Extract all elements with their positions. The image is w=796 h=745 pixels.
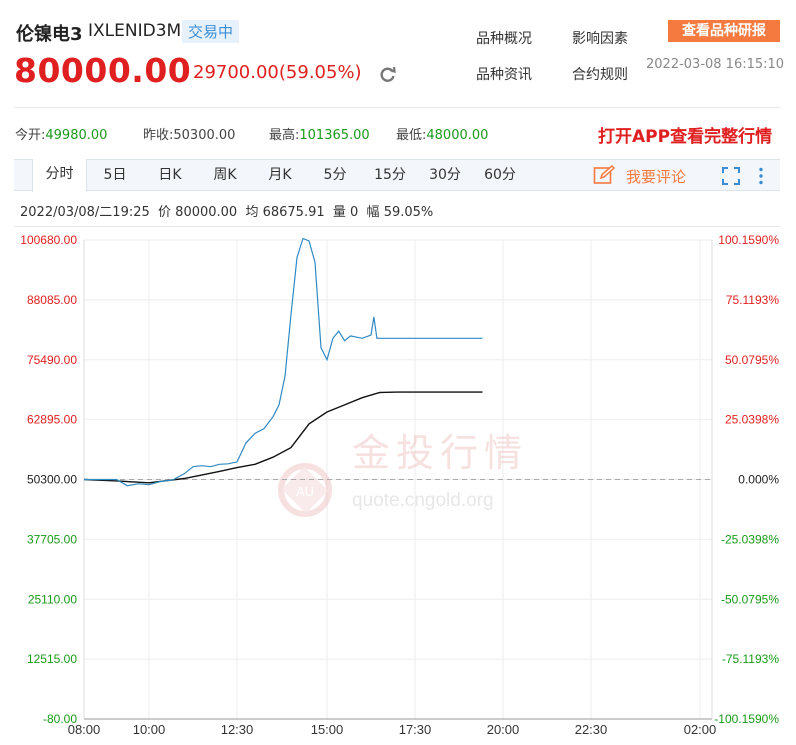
y-axis-left-label: 62895.00 — [27, 413, 77, 427]
tab-15min[interactable]: 15分 — [368, 160, 412, 190]
link-news[interactable]: 品种资讯 — [476, 64, 532, 84]
link-factors[interactable]: 影响因素 — [572, 28, 628, 48]
fullscreen-icon[interactable] — [721, 166, 741, 186]
y-axis-left-label: 25110.00 — [28, 592, 77, 606]
y-axis-left-label: 100680.00 — [20, 233, 77, 247]
stat-prev-label: 昨收: — [143, 128, 174, 143]
stat-high-label: 最高: — [269, 128, 300, 143]
edit-comment-icon[interactable] — [593, 165, 615, 185]
stat-low-label: 最低: — [396, 128, 427, 143]
x-axis-tick-label: 12:30 — [221, 722, 254, 737]
crosshair-info-line: 2022/03/08/二19:25 价 80000.00 均 68675.91 … — [20, 205, 434, 220]
stat-high: 最高:101365.00 — [269, 124, 370, 143]
watermark-text: 金投行情 — [352, 431, 528, 475]
x-axis-labels: 08:00 10:00 12:30 15:00 17:30 20:00 22:30 02:00 — [68, 722, 717, 737]
intraday-chart[interactable]: AU 金投行情 quote.cngold.org 100680.00 100.15… — [0, 226, 796, 745]
y-axis-left-label: 50300.00 — [27, 473, 77, 487]
x-axis-tick-label: 17:30 — [399, 722, 432, 737]
more-menu-icon[interactable] — [756, 166, 766, 186]
y-axis-left-label: 37705.00 — [27, 532, 77, 546]
tab-daily-k[interactable]: 日K — [148, 160, 192, 190]
link-overview[interactable]: 品种概况 — [476, 28, 532, 48]
stat-prev-value: 50300.00 — [173, 128, 236, 143]
y-axis-right-label: 0.000% — [738, 473, 779, 487]
update-timestamp: 2022-03-08 16:15:10 — [646, 57, 785, 72]
y-axis-right-label: 100.1590% — [718, 233, 779, 247]
link-rules[interactable]: 合约规则 — [572, 64, 628, 84]
watermark-url: quote.cngold.org — [352, 490, 494, 511]
y-axis-right-label: 75.1193% — [726, 293, 779, 307]
tab-monthly-k[interactable]: 月K — [258, 160, 302, 190]
tab-intraday[interactable]: 分时 — [32, 159, 87, 192]
tab-60min[interactable]: 60分 — [478, 160, 522, 190]
research-report-button[interactable]: 查看品种研报 — [668, 20, 780, 42]
x-axis-tick-label: 20:00 — [487, 722, 520, 737]
comment-link[interactable]: 我要评论 — [626, 166, 686, 187]
y-axis-right-label: -75.1193% — [722, 652, 779, 666]
refresh-icon[interactable] — [378, 64, 398, 84]
stat-low: 最低:48000.00 — [396, 124, 488, 143]
open-app-link[interactable]: 打开APP查看完整行情 — [598, 122, 772, 147]
watermark: AU 金投行情 quote.cngold.org — [278, 431, 528, 517]
stat-low-value: 48000.00 — [426, 128, 489, 143]
x-axis-tick-label: 02:00 — [684, 722, 717, 737]
instrument-name: 伦镍电3 — [16, 24, 83, 45]
stat-open: 今开:49980.00 — [15, 124, 107, 143]
y-axis-left-label: 88085.00 — [27, 293, 77, 307]
quote-page: 伦镍电3 IXLENID3M 交易中 品种概况 影响因素 品种资讯 合约规则 查… — [0, 0, 796, 745]
y-axis-left-label: 75490.00 — [27, 353, 77, 367]
y-axis-right-label: -100.1590% — [714, 712, 779, 726]
tab-5min[interactable]: 5分 — [313, 160, 357, 190]
y-axis-right-label: 25.0398% — [725, 413, 779, 427]
watermark-logo-text: AU — [296, 484, 314, 499]
stat-open-value: 49980.00 — [45, 128, 108, 143]
x-axis-tick-label: 22:30 — [575, 722, 608, 737]
x-axis-tick-label: 10:00 — [133, 722, 166, 737]
tab-5day[interactable]: 5日 — [93, 160, 137, 190]
header-divider — [14, 107, 780, 108]
stat-open-label: 今开: — [15, 128, 46, 143]
tab-weekly-k[interactable]: 周K — [203, 160, 247, 190]
x-axis-tick-label: 08:00 — [68, 722, 101, 737]
period-tabbar: 分时 5日 日K 周K 月K 5分 15分 30分 60分 我要评论 — [14, 159, 780, 192]
stat-high-value: 101365.00 — [299, 128, 370, 143]
y-axis-right-label: -50.0795% — [721, 592, 779, 606]
y-axis-left-label: 12515.00 — [27, 652, 77, 666]
stat-prev-close: 昨收:50300.00 — [143, 124, 235, 143]
price-change: 29700.00(59.05%) — [193, 62, 362, 83]
y-axis-right-label: 50.0795% — [725, 353, 779, 367]
y-axis-right-label: -25.0398% — [721, 532, 779, 546]
trading-status-badge: 交易中 — [182, 20, 240, 43]
instrument-code: IXLENID3M — [88, 21, 182, 41]
tab-30min[interactable]: 30分 — [423, 160, 467, 190]
last-price: 80000.00 — [14, 51, 192, 90]
x-axis-tick-label: 15:00 — [311, 722, 344, 737]
